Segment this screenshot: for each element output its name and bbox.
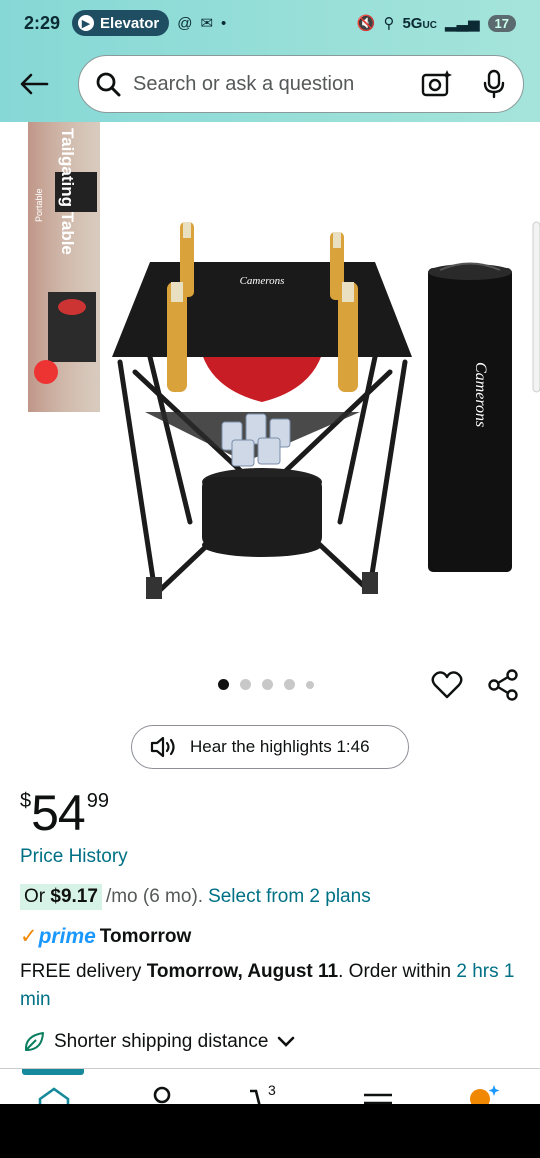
battery-icon: 17 [487,14,516,32]
leaf-icon [24,1032,44,1051]
price-fraction: 99 [86,790,109,812]
bag-brand-text: Camerons [472,362,489,427]
status-time: 2:29 [24,12,61,33]
hear-highlights-label: Hear the highlights 1:46 [190,737,370,756]
system-nav-bar [0,1104,540,1158]
box-side-text: Tailgating Table [58,128,77,255]
price: $ 54 99 [20,786,109,840]
carousel-dot[interactable] [284,679,295,690]
back-button[interactable] [16,66,52,102]
bottom-nav: 3 [0,1068,540,1104]
installment-term: /mo (6 mo). [105,886,204,907]
elevator-label: Elevator [100,14,160,32]
product-image[interactable]: Tailgating Table Portable Camerons Camer… [0,122,540,662]
price-whole: 54 [31,785,86,841]
camera-lens-icon[interactable] [421,69,453,99]
box-portable-text: Portable [34,188,44,222]
nav-active-indicator [22,1069,84,1075]
home-icon[interactable] [34,1083,74,1104]
location-icon: ⚲ [383,15,395,32]
carousel-dot[interactable] [306,680,314,689]
prime-delivery-day: Tomorrow [99,925,192,947]
mail-icon: ✉ [200,15,214,32]
price-history-link[interactable]: Price History [20,846,128,868]
chevron-down-icon [278,1036,295,1047]
network-label: 5GUC [402,14,437,32]
speaker-icon [150,736,175,758]
share-icon[interactable] [486,668,520,702]
svg-text:3: 3 [268,1083,276,1098]
delivery-date: Tomorrow, August 11 [146,961,339,982]
microphone-icon[interactable] [481,69,507,99]
prime-check-icon: ✓ [20,925,38,948]
play-icon: ▶ [78,15,95,31]
prime-logo: ✓ prime [20,924,96,949]
carousel-dot[interactable] [262,679,273,690]
installment-row: Or $9.17 /mo (6 mo). Select from 2 plans [20,884,371,910]
shorter-shipping-label: Shorter shipping distance [54,1031,269,1052]
hear-highlights-button[interactable]: Hear the highlights 1:46 [131,725,409,769]
heart-icon[interactable] [430,668,464,702]
signal-icon: ▂▃▅ [444,15,480,32]
back-arrow-icon [20,73,49,95]
travel-bag: Camerons [428,262,512,572]
rufus-icon[interactable] [464,1083,504,1104]
installment-badge: Or $9.17 [20,884,102,910]
dot-icon: • [221,14,227,32]
carousel-row [0,668,540,704]
carousel-dots[interactable] [218,679,314,690]
select-plans-link[interactable]: Select from 2 plans [208,886,371,908]
carousel-dot[interactable] [240,679,251,690]
elevator-pill[interactable]: ▶ Elevator [72,10,170,36]
account-icon[interactable] [142,1083,182,1104]
prime-row: ✓ prime Tomorrow [20,924,191,949]
product-illustration: Tailgating Table Portable Camerons Camer… [28,122,540,599]
carousel-dot[interactable] [218,679,229,690]
threads-icon: @ [177,14,193,32]
search-header [0,46,540,122]
cart-icon[interactable]: 3 [248,1083,288,1104]
product-box: Tailgating Table Portable [28,122,100,412]
search-icon [96,72,121,97]
search-box[interactable] [78,55,524,113]
menu-icon[interactable] [358,1083,398,1104]
status-right: 🔇 ⚲ 5GUC ▂▃▅ 17 [357,14,516,32]
search-input[interactable] [133,72,409,96]
mute-icon: 🔇 [356,15,376,32]
price-symbol: $ [20,790,32,812]
shorter-shipping-row[interactable]: Shorter shipping distance [22,1030,296,1054]
delivery-info: FREE delivery Tomorrow, August 11. Order… [20,961,515,1010]
status-bar: 2:29 ▶ Elevator @ ✉ • 🔇 ⚲ 5GUC ▂▃▅ 17 [0,0,540,46]
table-brand-text: Camerons [240,275,285,287]
